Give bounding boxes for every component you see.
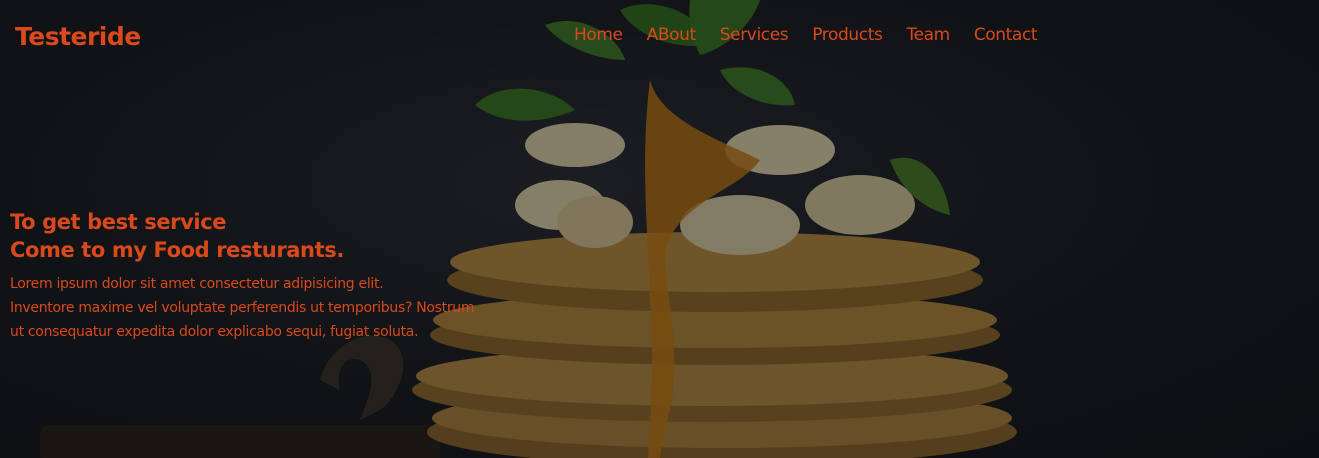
nav-item-contact: Contact [974,25,1038,45]
nav-item-about: ABout [647,25,697,45]
brand-logo[interactable]: Testeride [15,22,141,51]
nav-link-team[interactable]: Team [906,25,950,45]
hero-description-line1: Lorem ipsum dolor sit amet consectetur a… [10,276,384,292]
nav-link-services[interactable]: Services [720,25,789,45]
hero-heading-line1: To get best service [10,210,227,234]
hero-description: Lorem ipsum dolor sit amet consectetur a… [10,272,510,344]
hero-heading: To get best service Come to my Food rest… [10,208,344,264]
nav-link-home[interactable]: Home [574,25,623,45]
nav-link-about[interactable]: ABout [647,25,697,45]
hero-description-line3: ut consequatur expedita dolor explicabo … [10,324,419,340]
nav-link-products[interactable]: Products [812,25,883,45]
nav-item-home: Home [574,25,623,45]
nav-link-contact[interactable]: Contact [974,25,1038,45]
main-nav: Home ABout Services Products Team Contac… [574,25,1038,45]
nav-item-products: Products [812,25,883,45]
nav-item-team: Team [906,25,950,45]
nav-item-services: Services [720,25,789,45]
hero-description-line2: Inventore maxime vel voluptate perferend… [10,300,475,316]
hero-heading-line2: Come to my Food resturants. [10,238,344,262]
